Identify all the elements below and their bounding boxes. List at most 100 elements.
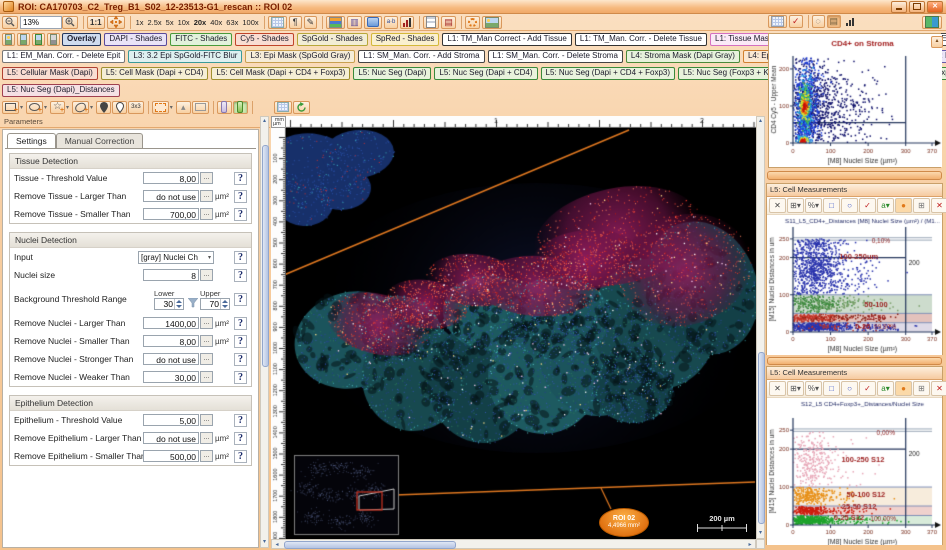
browse-button[interactable]: ... [200,414,213,426]
measure-button[interactable]: a·b [384,16,399,29]
view-tab[interactable]: DAPI - Shades [104,33,167,47]
refresh-view-button[interactable] [293,101,310,114]
histogram-button[interactable] [400,16,414,29]
browse-button[interactable]: ... [200,432,213,444]
lasso-button[interactable]: ◌ [812,15,825,28]
dot-display-icon[interactable]: ● [895,198,912,213]
rect-gate-icon[interactable]: □ [823,198,840,213]
browse-button[interactable]: ... [200,208,213,220]
help-button[interactable]: ? [234,432,247,445]
freehand-roi-tool[interactable]: + [72,101,89,114]
view-tab[interactable]: FITC - Shades [170,33,232,47]
help-button[interactable]: ? [234,293,247,306]
percent-icon[interactable]: %▾ [805,381,822,396]
parameter-value-input[interactable]: 1400,00 [143,317,199,329]
label-gate-icon[interactable]: a▾ [877,198,894,213]
grayscale-button[interactable] [47,33,60,46]
marker-pin-outline-tool[interactable] [112,101,127,114]
close-button[interactable]: ✕ [927,1,943,13]
export-table-button[interactable] [274,101,292,114]
view-tab[interactable]: L5: Nuc Seg (Dapi + CD4) [434,67,537,81]
help-button[interactable]: ? [234,335,247,348]
text-annotation-button[interactable]: ¶ [289,16,302,29]
classification-table-button[interactable] [326,16,345,29]
label-gate-icon[interactable]: a▾ [877,381,894,396]
settings-button[interactable] [465,16,480,29]
zoom-preset[interactable]: 40x [210,18,222,27]
zoom-percent-input[interactable] [20,16,62,29]
roi-badge[interactable]: ROI 02 4,4966 mm² [599,508,649,537]
pixel-view-button[interactable] [768,15,787,28]
s11-distances-scatter-plot[interactable] [767,215,942,355]
classification-edit-button[interactable]: ▥ [347,16,362,29]
view-tab[interactable]: Overlay [62,33,101,47]
checklist-button[interactable]: ✓ [789,15,803,28]
scissors-icon[interactable]: ✕ [769,198,786,213]
rect-roi-tool[interactable]: + [2,101,19,114]
view-tab[interactable]: L5: Nuc Seg (Dapi) [353,67,431,81]
parameter-value-input[interactable]: 700,00 [143,208,199,220]
view-tab[interactable]: L5: Cellular Mask (Dapi) [2,67,98,81]
chart-zoom-button[interactable] [843,15,857,28]
help-button[interactable]: ? [234,450,247,463]
dot-display-icon[interactable]: ● [895,381,912,396]
parameter-value-input[interactable]: 8 [143,269,199,281]
confirm-gate-icon[interactable]: ✓ [859,381,876,396]
help-button[interactable]: ? [234,172,247,185]
view-tab[interactable]: SpRed - Shades [371,33,440,47]
panel-divider[interactable] [767,171,942,180]
table-view-icon[interactable]: ⊞ [913,198,930,213]
help-button[interactable]: ? [234,414,247,427]
lower-threshold-spinner[interactable]: 30 [154,298,184,310]
view-tab[interactable]: L3: Epi Mask (SpGold Gray) [245,50,355,64]
report-button[interactable] [423,16,439,29]
browse-button[interactable]: ... [200,335,213,347]
help-button[interactable]: ? [234,190,247,203]
ellipse-gate-icon[interactable]: ○ [841,381,858,396]
ellipse-roi-tool[interactable]: + [26,101,43,114]
grid-3x3-tool[interactable]: 3x3 [128,101,144,114]
display-swap-button[interactable] [32,33,45,46]
brightness-button[interactable] [2,33,15,46]
panel-divider[interactable] [767,357,942,365]
help-button[interactable]: ? [234,317,247,330]
zoom-out-button[interactable] [2,16,18,29]
zoom-preset[interactable]: 5x [166,18,174,27]
tab-manual-correction[interactable]: Manual Correction [56,133,143,148]
browse-button[interactable]: ... [200,353,213,365]
ruler-tool[interactable] [217,101,232,114]
parameters-scrollbar[interactable]: ▴ ▾ [260,116,269,548]
parameter-value-input[interactable]: 8,00 [143,335,199,347]
parameter-value-input[interactable]: do not use [143,353,199,365]
parameter-value-input[interactable]: do not use [143,432,199,444]
polygon-roi-tool[interactable]: ☆+ [50,101,65,114]
ellipse-roi-dropdown[interactable]: ▾ [44,104,47,111]
view-tab[interactable]: L3: 3.2 Epi SpGold-FITC Blur [128,50,242,64]
close-chart-icon[interactable]: ✕ [931,381,946,396]
view-tab[interactable]: L1: SM_Man. Corr. - Delete Stroma [488,50,623,64]
browse-button[interactable]: ... [200,371,213,383]
parameter-value-input[interactable]: 30,00 [143,371,199,383]
view-tab[interactable]: Cy5 - Shades [235,33,293,47]
actual-size-button[interactable]: 1:1 [87,16,105,29]
parameter-value-input[interactable]: 500,00 [143,450,199,462]
rect-gate-icon[interactable]: □ [823,381,840,396]
freehand-roi-dropdown[interactable]: ▾ [90,104,93,111]
zoom-preset[interactable]: 63x [226,18,238,27]
view-tab[interactable]: L1: SM_Man. Corr. - Add Stroma [358,50,484,64]
browse-button[interactable]: ... [200,190,213,202]
restore-button[interactable] [909,1,925,13]
minimize-button[interactable] [891,1,907,13]
parameter-value-input[interactable]: 5,00 [143,414,199,426]
help-button[interactable]: ? [234,208,247,221]
table-view-icon[interactable]: ⊞ [913,381,930,396]
rect-roi-dropdown[interactable]: ▾ [20,104,23,111]
select-rect-tool[interactable] [192,101,209,114]
stamp-roi-dropdown[interactable]: ▾ [170,104,173,111]
image-gallery-button[interactable] [482,16,502,29]
ellipse-gate-icon[interactable]: ○ [841,198,858,213]
view-tab[interactable]: L1: TM_Man. Corr. - Delete Tissue [575,33,707,47]
pan-button[interactable] [107,16,125,29]
view-tab[interactable]: L1: EM_Man. Corr. - Delete Epit [2,50,125,64]
zoom-in-button[interactable] [62,16,78,29]
